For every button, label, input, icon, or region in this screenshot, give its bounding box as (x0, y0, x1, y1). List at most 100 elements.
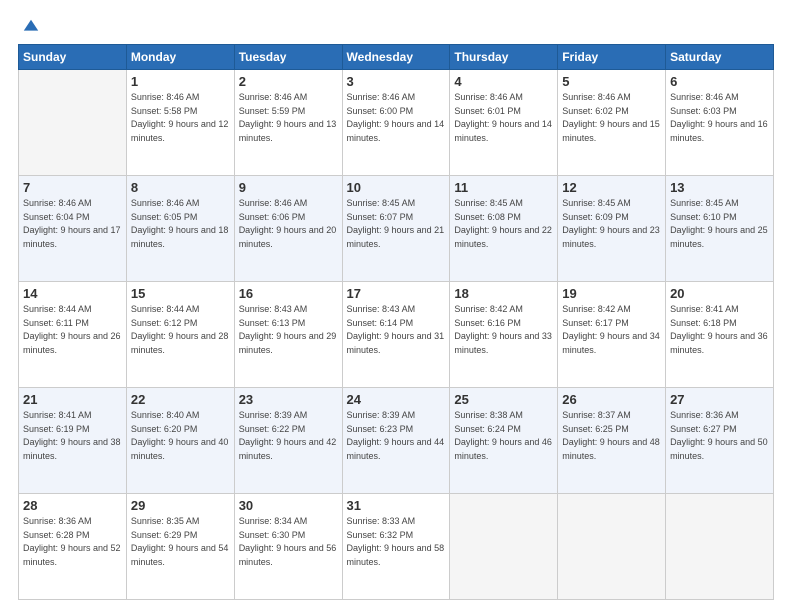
weekday-header-thursday: Thursday (450, 45, 558, 70)
day-number: 6 (670, 74, 769, 89)
page: SundayMondayTuesdayWednesdayThursdayFrid… (0, 0, 792, 612)
calendar-cell: 26Sunrise: 8:37 AMSunset: 6:25 PMDayligh… (558, 388, 666, 494)
weekday-header-wednesday: Wednesday (342, 45, 450, 70)
day-number: 31 (347, 498, 446, 513)
day-number: 17 (347, 286, 446, 301)
day-info: Sunrise: 8:38 AMSunset: 6:24 PMDaylight:… (454, 409, 553, 463)
logo (18, 18, 40, 36)
day-info: Sunrise: 8:46 AMSunset: 6:02 PMDaylight:… (562, 91, 661, 145)
header (18, 18, 774, 36)
calendar-cell: 21 Sunrise: 8:41 AMSunset: 6:19 PMDayligh… (19, 388, 127, 494)
calendar-cell: 29Sunrise: 8:35 AMSunset: 6:29 PMDayligh… (126, 494, 234, 600)
calendar-cell: 17 Sunrise: 8:43 AMSunset: 6:14 PMDayligh… (342, 282, 450, 388)
day-number: 19 (562, 286, 661, 301)
day-number: 18 (454, 286, 553, 301)
calendar-cell: 3 Sunrise: 8:46 AMSunset: 6:00 PMDaylight… (342, 70, 450, 176)
day-info: Sunrise: 8:45 AMSunset: 6:07 PMDaylight:… (347, 197, 446, 251)
day-number: 22 (131, 392, 230, 407)
calendar-table: SundayMondayTuesdayWednesdayThursdayFrid… (18, 44, 774, 600)
day-number: 5 (562, 74, 661, 89)
day-info: Sunrise: 8:41 AMSunset: 6:19 PMDaylight:… (23, 409, 122, 463)
day-info: Sunrise: 8:46 AMSunset: 6:05 PMDaylight:… (131, 197, 230, 251)
day-info: Sunrise: 8:36 AMSunset: 6:27 PMDaylight:… (670, 409, 769, 463)
day-info: Sunrise: 8:43 AMSunset: 6:14 PMDaylight:… (347, 303, 446, 357)
calendar-cell: 4 Sunrise: 8:46 AMSunset: 6:01 PMDaylight… (450, 70, 558, 176)
day-number: 2 (239, 74, 338, 89)
day-info: Sunrise: 8:45 AMSunset: 6:10 PMDaylight:… (670, 197, 769, 251)
day-info: Sunrise: 8:41 AMSunset: 6:18 PMDaylight:… (670, 303, 769, 357)
week-row-1: 1Sunrise: 8:46 AMSunset: 5:58 PMDaylight… (19, 70, 774, 176)
day-info: Sunrise: 8:34 AMSunset: 6:30 PMDaylight:… (239, 515, 338, 569)
day-info: Sunrise: 8:43 AMSunset: 6:13 PMDaylight:… (239, 303, 338, 357)
day-info: Sunrise: 8:44 AMSunset: 6:11 PMDaylight:… (23, 303, 122, 357)
day-info: Sunrise: 8:42 AMSunset: 6:17 PMDaylight:… (562, 303, 661, 357)
day-number: 11 (454, 180, 553, 195)
calendar-cell: 8 Sunrise: 8:46 AMSunset: 6:05 PMDaylight… (126, 176, 234, 282)
calendar-cell: 19 Sunrise: 8:42 AMSunset: 6:17 PMDayligh… (558, 282, 666, 388)
weekday-header-monday: Monday (126, 45, 234, 70)
calendar-cell: 9 Sunrise: 8:46 AMSunset: 6:06 PMDaylight… (234, 176, 342, 282)
calendar-cell: 30Sunrise: 8:34 AMSunset: 6:30 PMDayligh… (234, 494, 342, 600)
day-number: 26 (562, 392, 661, 407)
week-row-5: 28Sunrise: 8:36 AMSunset: 6:28 PMDayligh… (19, 494, 774, 600)
day-number: 14 (23, 286, 122, 301)
day-info: Sunrise: 8:46 AMSunset: 5:59 PMDaylight:… (239, 91, 338, 145)
calendar-cell: 5 Sunrise: 8:46 AMSunset: 6:02 PMDaylight… (558, 70, 666, 176)
weekday-header-tuesday: Tuesday (234, 45, 342, 70)
calendar-cell (450, 494, 558, 600)
day-number: 4 (454, 74, 553, 89)
day-number: 9 (239, 180, 338, 195)
week-row-4: 21 Sunrise: 8:41 AMSunset: 6:19 PMDayligh… (19, 388, 774, 494)
day-info: Sunrise: 8:39 AMSunset: 6:23 PMDaylight:… (347, 409, 446, 463)
day-number: 12 (562, 180, 661, 195)
day-info: Sunrise: 8:45 AMSunset: 6:08 PMDaylight:… (454, 197, 553, 251)
day-number: 24 (347, 392, 446, 407)
day-number: 23 (239, 392, 338, 407)
calendar-cell: 27Sunrise: 8:36 AMSunset: 6:27 PMDayligh… (666, 388, 774, 494)
calendar-cell: 2 Sunrise: 8:46 AMSunset: 5:59 PMDaylight… (234, 70, 342, 176)
day-number: 10 (347, 180, 446, 195)
day-info: Sunrise: 8:46 AMSunset: 5:58 PMDaylight:… (131, 91, 230, 145)
day-info: Sunrise: 8:42 AMSunset: 6:16 PMDaylight:… (454, 303, 553, 357)
calendar-cell: 16 Sunrise: 8:43 AMSunset: 6:13 PMDayligh… (234, 282, 342, 388)
logo-icon (22, 18, 40, 36)
day-info: Sunrise: 8:44 AMSunset: 6:12 PMDaylight:… (131, 303, 230, 357)
day-number: 3 (347, 74, 446, 89)
calendar-cell (558, 494, 666, 600)
calendar-cell (19, 70, 127, 176)
calendar-cell: 1Sunrise: 8:46 AMSunset: 5:58 PMDaylight… (126, 70, 234, 176)
calendar-cell: 14 Sunrise: 8:44 AMSunset: 6:11 PMDayligh… (19, 282, 127, 388)
calendar-cell: 31 Sunrise: 8:33 AMSunset: 6:32 PMDayligh… (342, 494, 450, 600)
day-info: Sunrise: 8:46 AMSunset: 6:01 PMDaylight:… (454, 91, 553, 145)
calendar-cell: 11 Sunrise: 8:45 AMSunset: 6:08 PMDayligh… (450, 176, 558, 282)
weekday-header-friday: Friday (558, 45, 666, 70)
day-number: 13 (670, 180, 769, 195)
weekday-header-sunday: Sunday (19, 45, 127, 70)
day-number: 15 (131, 286, 230, 301)
weekday-header-saturday: Saturday (666, 45, 774, 70)
calendar-cell (666, 494, 774, 600)
day-info: Sunrise: 8:46 AMSunset: 6:04 PMDaylight:… (23, 197, 122, 251)
calendar-cell: 20Sunrise: 8:41 AMSunset: 6:18 PMDayligh… (666, 282, 774, 388)
day-info: Sunrise: 8:39 AMSunset: 6:22 PMDaylight:… (239, 409, 338, 463)
calendar-cell: 12 Sunrise: 8:45 AMSunset: 6:09 PMDayligh… (558, 176, 666, 282)
day-info: Sunrise: 8:45 AMSunset: 6:09 PMDaylight:… (562, 197, 661, 251)
calendar-cell: 24 Sunrise: 8:39 AMSunset: 6:23 PMDayligh… (342, 388, 450, 494)
day-info: Sunrise: 8:35 AMSunset: 6:29 PMDaylight:… (131, 515, 230, 569)
calendar-cell: 25 Sunrise: 8:38 AMSunset: 6:24 PMDayligh… (450, 388, 558, 494)
day-info: Sunrise: 8:46 AMSunset: 6:00 PMDaylight:… (347, 91, 446, 145)
day-info: Sunrise: 8:40 AMSunset: 6:20 PMDaylight:… (131, 409, 230, 463)
day-number: 8 (131, 180, 230, 195)
weekday-header-row: SundayMondayTuesdayWednesdayThursdayFrid… (19, 45, 774, 70)
day-number: 21 (23, 392, 122, 407)
day-info: Sunrise: 8:46 AMSunset: 6:06 PMDaylight:… (239, 197, 338, 251)
day-number: 25 (454, 392, 553, 407)
calendar-cell: 23 Sunrise: 8:39 AMSunset: 6:22 PMDayligh… (234, 388, 342, 494)
day-number: 16 (239, 286, 338, 301)
calendar-cell: 22 Sunrise: 8:40 AMSunset: 6:20 PMDayligh… (126, 388, 234, 494)
calendar-cell: 18 Sunrise: 8:42 AMSunset: 6:16 PMDayligh… (450, 282, 558, 388)
day-info: Sunrise: 8:33 AMSunset: 6:32 PMDaylight:… (347, 515, 446, 569)
day-info: Sunrise: 8:46 AMSunset: 6:03 PMDaylight:… (670, 91, 769, 145)
calendar-cell: 13 Sunrise: 8:45 AMSunset: 6:10 PMDayligh… (666, 176, 774, 282)
calendar-cell: 28Sunrise: 8:36 AMSunset: 6:28 PMDayligh… (19, 494, 127, 600)
